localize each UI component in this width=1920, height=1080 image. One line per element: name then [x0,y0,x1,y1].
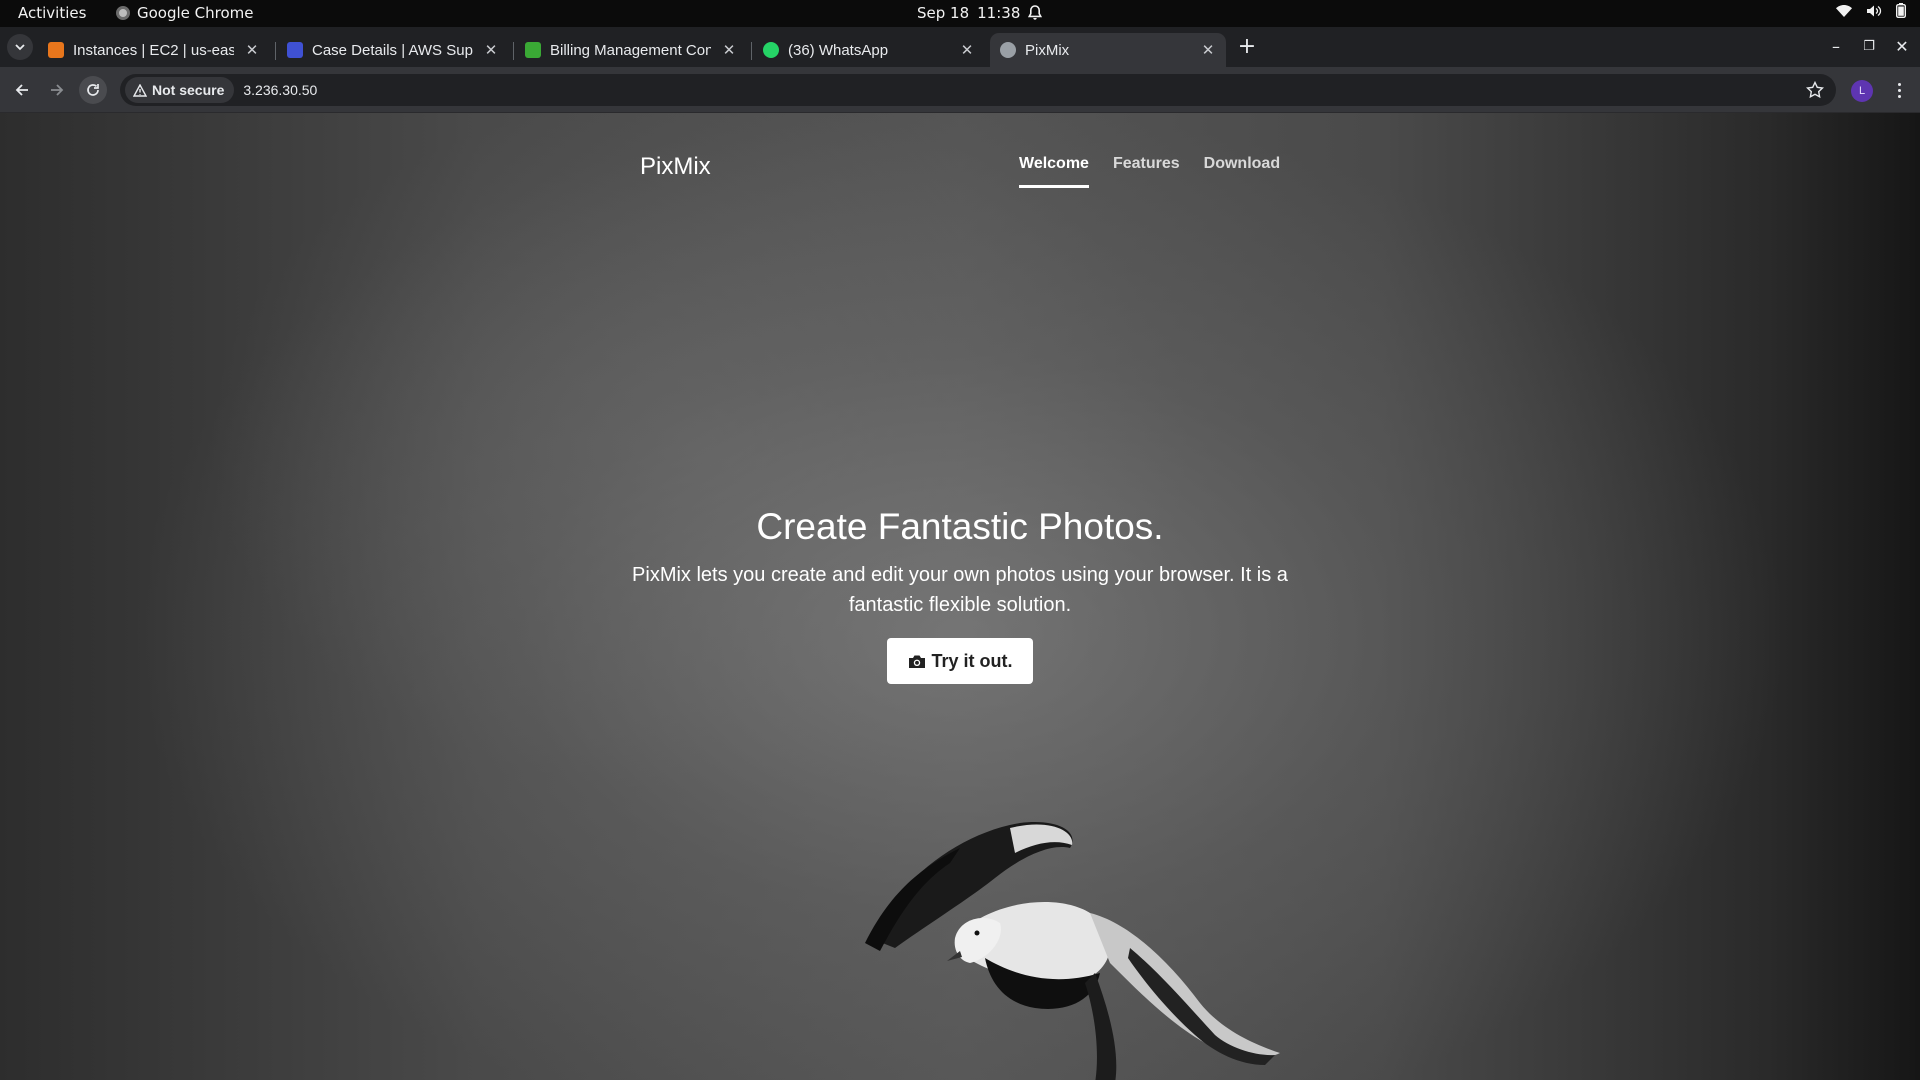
warning-icon [133,83,147,97]
aws-support-icon [287,42,303,58]
clock-time: 11:38 [977,4,1021,22]
system-tray[interactable] [1836,3,1906,18]
tab-pixmix[interactable]: PixMix ✕ [990,33,1226,67]
window-close-button[interactable]: ✕ [1891,37,1913,56]
url-text[interactable]: 3.236.30.50 [243,82,317,98]
chrome-icon [116,6,130,20]
seagull-image [865,822,1280,1080]
nav-welcome[interactable]: Welcome [1019,155,1089,188]
tab-billing-console[interactable]: Billing Management Console ✕ [515,33,747,67]
tab-title: PixMix [1025,41,1070,59]
minimize-button[interactable]: – [1825,37,1847,56]
close-icon[interactable]: ✕ [721,41,737,59]
browser-toolbar: Not secure 3.236.30.50 L [0,67,1920,113]
hero-title: Create Fantastic Photos. [756,506,1164,547]
tab-divider [751,42,752,60]
aws-ec2-icon [48,42,64,58]
clock-date: Sep 18 [917,4,970,22]
security-label: Not secure [152,82,225,98]
try-it-out-button[interactable]: Try it out. [887,638,1033,684]
hero-section: Create Fantastic Photos. PixMix lets you… [560,506,1360,620]
tab-title: Instances | EC2 | us-east-1 [73,41,234,59]
app-name: Google Chrome [137,4,254,22]
tab-title: Case Details | AWS Support [312,41,473,59]
chrome-menu-button[interactable] [1890,78,1908,102]
restore-button[interactable]: ❐ [1858,39,1880,54]
forward-button[interactable] [43,76,71,104]
reload-button[interactable] [79,76,107,104]
bell-icon [1028,5,1043,20]
app-menu[interactable]: Google Chrome [116,4,254,22]
globe-icon [1000,42,1016,58]
nav-download[interactable]: Download [1204,155,1280,188]
close-icon[interactable]: ✕ [483,41,499,59]
tab-divider [513,42,514,60]
arrow-right-icon [51,84,64,96]
tab-whatsapp[interactable]: (36) WhatsApp ✕ [753,33,985,67]
site-nav: Welcome Features Download [1019,155,1280,188]
tab-divider [275,42,276,60]
site-brand[interactable]: PixMix [640,153,711,181]
bookmark-star-icon[interactable] [1806,81,1824,99]
profile-avatar[interactable]: L [1851,80,1873,102]
close-icon[interactable]: ✕ [959,41,975,59]
tab-strip: Instances | EC2 | us-east-1 ✕ Case Detai… [0,27,1920,67]
cta-label: Try it out. [931,650,1013,671]
camera-icon [908,655,925,668]
wifi-icon [1836,4,1852,17]
tab-ec2-instances[interactable]: Instances | EC2 | us-east-1 ✕ [38,33,270,67]
arrow-left-icon [15,84,28,96]
close-icon[interactable]: ✕ [244,41,260,59]
volume-icon [1867,5,1882,16]
whatsapp-icon [763,42,779,58]
aws-billing-icon [525,42,541,58]
tab-title: (36) WhatsApp [788,41,889,59]
activities-button[interactable]: Activities [18,4,86,22]
tab-title: Billing Management Console [550,41,711,59]
pixmix-page: PixMix Welcome Features Download Create … [0,113,1920,1080]
address-bar[interactable]: Not secure 3.236.30.50 [120,74,1836,106]
reload-icon [87,84,99,96]
back-button[interactable] [8,76,36,104]
hero-text: PixMix lets you create and edit your own… [632,564,1288,616]
clock[interactable]: Sep 18 11:38 [917,4,1043,22]
system-top-bar: Activities Google Chrome Sep 18 11:38 [0,0,1920,27]
tab-aws-support[interactable]: Case Details | AWS Support ✕ [277,33,509,67]
chevron-down-icon [15,43,25,50]
site-info-button[interactable]: Not secure [125,77,235,103]
tab-search-button[interactable] [7,34,33,60]
battery-icon [1896,3,1906,18]
new-tab-button[interactable]: + [1234,36,1260,58]
nav-features[interactable]: Features [1113,155,1180,188]
close-icon[interactable]: ✕ [1200,41,1216,59]
